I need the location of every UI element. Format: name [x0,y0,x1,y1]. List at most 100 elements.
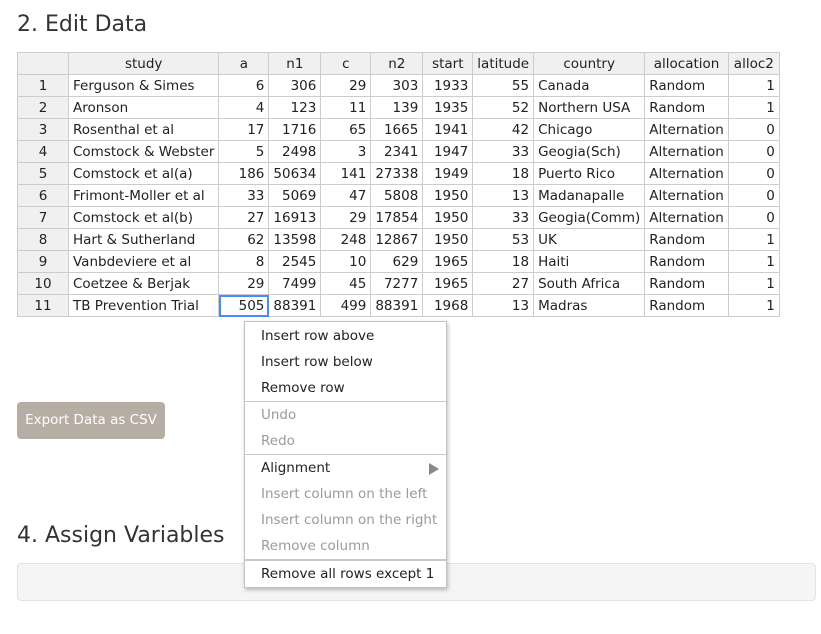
cell-c[interactable]: 29 [320,206,372,229]
cell-n2[interactable]: 1665 [370,118,424,141]
cell-study[interactable]: Ferguson & Simes [67,74,220,97]
cell-country[interactable]: Geogia(Sch) [533,140,646,163]
cell-alloc2[interactable]: 0 [727,118,780,141]
cell-allocation[interactable]: Random [644,228,729,251]
column-header-study[interactable]: study [67,52,220,75]
cell-n2[interactable]: 17854 [370,206,424,229]
export-csv-button[interactable]: Export Data as CSV [17,402,165,439]
column-header-a[interactable]: a [218,52,270,75]
cell-n1[interactable]: 2498 [268,140,322,163]
row-header[interactable]: 1 [17,74,69,97]
cell-latitude[interactable]: 33 [472,140,535,163]
cell-latitude[interactable]: 53 [472,228,535,251]
cell-start[interactable]: 1947 [422,140,474,163]
cell-start[interactable]: 1950 [422,228,474,251]
cell-country[interactable]: Canada [533,74,646,97]
cell-a[interactable]: 29 [218,272,270,295]
cell-n1[interactable]: 88391 [268,294,322,317]
cell-alloc2[interactable]: 1 [727,272,780,295]
corner-header[interactable] [17,52,69,75]
cell-study[interactable]: Comstock et al(b) [67,206,220,229]
cell-c[interactable]: 45 [320,272,372,295]
cell-alloc2[interactable]: 0 [727,140,780,163]
row-header[interactable]: 8 [17,228,69,251]
cell-start[interactable]: 1965 [422,250,474,273]
cell-country[interactable]: Puerto Rico [533,162,646,185]
cell-country[interactable]: Haiti [533,250,646,273]
menu-item-remove-row[interactable]: Remove row [245,375,446,401]
cell-latitude[interactable]: 13 [472,294,535,317]
column-header-allocation[interactable]: allocation [644,52,729,75]
cell-a[interactable]: 62 [218,228,270,251]
column-header-country[interactable]: country [533,52,646,75]
cell-c[interactable]: 10 [320,250,372,273]
cell-alloc2[interactable]: 0 [727,206,780,229]
cell-country[interactable]: Chicago [533,118,646,141]
row-header[interactable]: 11 [17,294,69,317]
cell-allocation[interactable]: Alternation [644,162,729,185]
cell-allocation[interactable]: Random [644,272,729,295]
cell-country[interactable]: Madanapalle [533,184,646,207]
cell-country[interactable]: Northern USA [533,96,646,119]
row-header[interactable]: 6 [17,184,69,207]
row-header[interactable]: 2 [17,96,69,119]
column-header-n1[interactable]: n1 [268,52,322,75]
menu-item-insert-row-below[interactable]: Insert row below [245,349,446,375]
cell-alloc2[interactable]: 1 [727,96,780,119]
column-header-start[interactable]: start [422,52,474,75]
cell-c[interactable]: 11 [320,96,372,119]
row-header[interactable]: 9 [17,250,69,273]
cell-n1[interactable]: 7499 [268,272,322,295]
cell-a[interactable]: 33 [218,184,270,207]
cell-country[interactable]: Geogia(Comm) [533,206,646,229]
cell-alloc2[interactable]: 0 [727,184,780,207]
cell-start[interactable]: 1949 [422,162,474,185]
cell-country[interactable]: South Africa [533,272,646,295]
column-header-latitude[interactable]: latitude [472,52,535,75]
cell-n1[interactable]: 5069 [268,184,322,207]
cell-study[interactable]: Comstock & Webster [67,140,220,163]
cell-n2[interactable]: 12867 [370,228,424,251]
cell-allocation[interactable]: Random [644,294,729,317]
cell-n1[interactable]: 2545 [268,250,322,273]
cell-n2[interactable]: 7277 [370,272,424,295]
cell-n1[interactable]: 16913 [268,206,322,229]
cell-n1[interactable]: 50634 [268,162,322,185]
cell-start[interactable]: 1950 [422,184,474,207]
row-header[interactable]: 10 [17,272,69,295]
cell-start[interactable]: 1935 [422,96,474,119]
cell-study[interactable]: Vanbdeviere et al [67,250,220,273]
cell-start[interactable]: 1965 [422,272,474,295]
cell-allocation[interactable]: Random [644,96,729,119]
cell-latitude[interactable]: 42 [472,118,535,141]
cell-a[interactable]: 17 [218,118,270,141]
row-header[interactable]: 5 [17,162,69,185]
cell-a[interactable]: 27 [218,206,270,229]
cell-allocation[interactable]: Alternation [644,206,729,229]
cell-country[interactable]: UK [533,228,646,251]
cell-latitude[interactable]: 33 [472,206,535,229]
cell-country[interactable]: Madras [533,294,646,317]
cell-c[interactable]: 499 [320,294,372,317]
cell-allocation[interactable]: Random [644,250,729,273]
cell-n1[interactable]: 1716 [268,118,322,141]
cell-latitude[interactable]: 18 [472,250,535,273]
cell-alloc2[interactable]: 1 [727,294,780,317]
row-header[interactable]: 4 [17,140,69,163]
cell-start[interactable]: 1950 [422,206,474,229]
cell-alloc2[interactable]: 1 [727,250,780,273]
column-header-alloc2[interactable]: alloc2 [727,52,780,75]
menu-item-remove-all-rows-except-1[interactable]: Remove all rows except 1 [245,561,446,587]
cell-latitude[interactable]: 18 [472,162,535,185]
cell-start[interactable]: 1968 [422,294,474,317]
selected-cell-a[interactable]: 505 [218,294,270,317]
column-header-n2[interactable]: n2 [370,52,424,75]
row-header[interactable]: 3 [17,118,69,141]
cell-start[interactable]: 1933 [422,74,474,97]
cell-study[interactable]: Aronson [67,96,220,119]
cell-n1[interactable]: 306 [268,74,322,97]
cell-c[interactable]: 29 [320,74,372,97]
cell-c[interactable]: 65 [320,118,372,141]
menu-item-alignment[interactable]: Alignment [245,455,446,481]
cell-allocation[interactable]: Alternation [644,140,729,163]
